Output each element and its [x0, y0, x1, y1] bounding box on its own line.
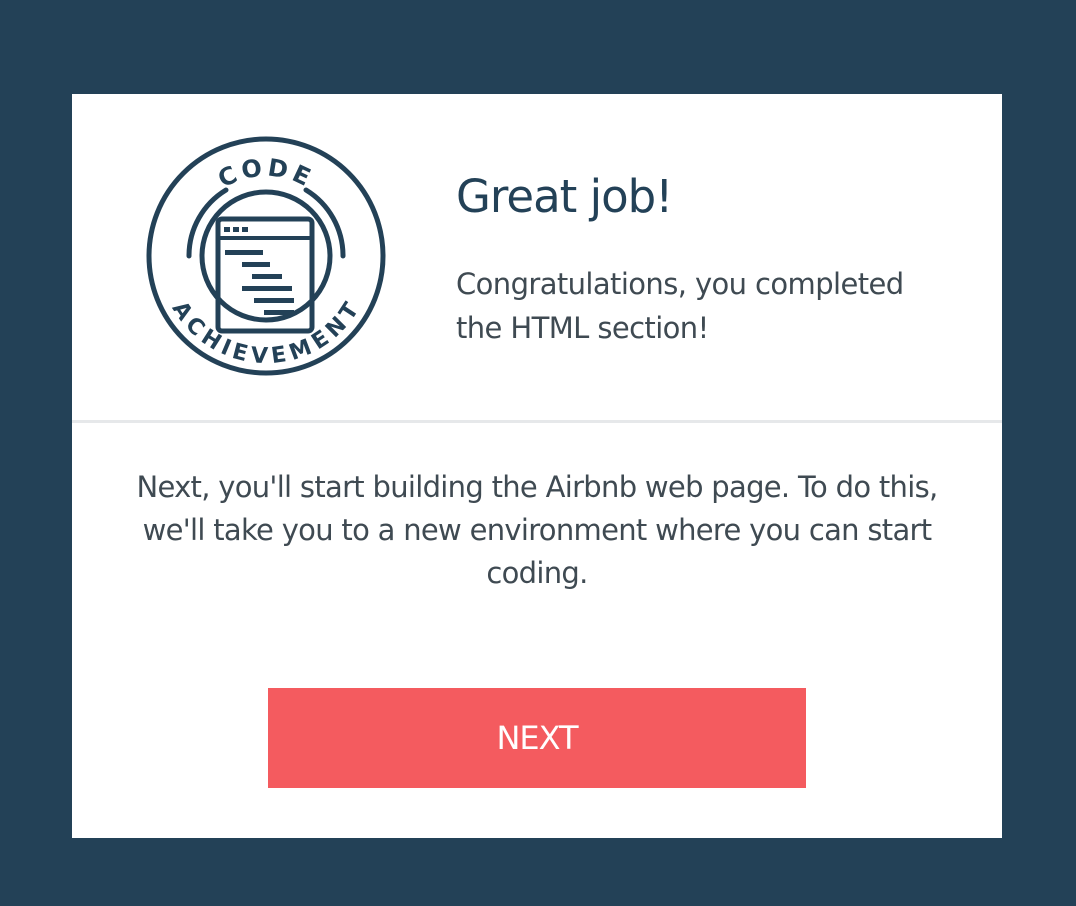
badge-top-text: CODE [214, 153, 319, 193]
page-title: Great job! [456, 170, 673, 223]
next-steps-message: Next, you'll start building the Airbnb w… [136, 470, 938, 590]
achievement-header: CODE ACHIEVEMENT Great job! Congratulati… [72, 94, 1002, 420]
next-button[interactable]: NEXT [268, 688, 806, 788]
section-divider [72, 420, 1002, 423]
completion-message: Congratulations, you completed the HTML … [456, 267, 904, 345]
code-achievement-badge-icon: CODE ACHIEVEMENT [146, 136, 386, 376]
achievement-modal: CODE ACHIEVEMENT Great job! Congratulati… [72, 94, 1002, 838]
